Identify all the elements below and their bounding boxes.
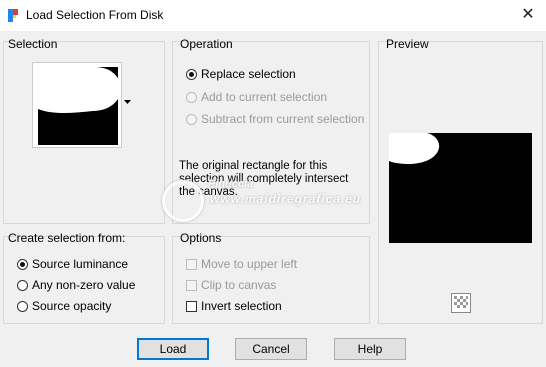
- watermark-url: www.maidiregrafica.eu: [210, 192, 362, 206]
- operation-label: Operation: [180, 37, 233, 51]
- any-non-zero-radio[interactable]: Any non-zero value: [17, 278, 135, 292]
- close-icon[interactable]: ✕: [516, 4, 540, 26]
- watermark: Pinuccia www.maidiregrafica.eu: [150, 178, 370, 222]
- source-luminance-label: Source luminance: [32, 257, 129, 271]
- replace-selection-label: Replace selection: [201, 67, 296, 81]
- invert-selection-label: Invert selection: [201, 299, 282, 313]
- any-non-zero-label: Any non-zero value: [32, 278, 136, 292]
- invert-selection-checkbox[interactable]: Invert selection: [186, 299, 282, 313]
- options-label: Options: [180, 231, 222, 245]
- selection-thumbnail[interactable]: [32, 62, 122, 148]
- chevron-down-icon[interactable]: [124, 100, 132, 106]
- source-luminance-radio[interactable]: Source luminance: [17, 257, 128, 271]
- checkbox[interactable]: [186, 300, 197, 312]
- watermark-name: Pinuccia: [208, 178, 254, 190]
- subtract-selection-radio[interactable]: Subtract from current selection: [186, 112, 364, 126]
- preview-image: [389, 133, 532, 243]
- replace-selection-radio[interactable]: Replace selection: [186, 67, 296, 81]
- create-from-label: Create selection from:: [8, 231, 126, 245]
- add-to-selection-radio[interactable]: Add to current selection: [186, 90, 327, 104]
- checkbox[interactable]: [186, 279, 197, 291]
- load-button[interactable]: Load: [137, 338, 209, 360]
- clip-to-canvas-checkbox[interactable]: Clip to canvas: [186, 278, 276, 292]
- subtract-selection-label: Subtract from current selection: [201, 112, 365, 126]
- app-icon: [8, 9, 18, 22]
- add-to-selection-label: Add to current selection: [201, 90, 328, 104]
- preview-label: Preview: [386, 37, 429, 51]
- window-title: Load Selection From Disk: [26, 8, 164, 22]
- move-upper-left-checkbox[interactable]: Move to upper left: [186, 257, 297, 271]
- selection-label: Selection: [8, 37, 58, 51]
- help-button[interactable]: Help: [334, 338, 406, 360]
- radio-button[interactable]: [17, 300, 28, 312]
- radio-button[interactable]: [186, 113, 197, 125]
- move-upper-left-label: Move to upper left: [201, 257, 298, 271]
- radio-button[interactable]: [186, 68, 197, 80]
- radio-button[interactable]: [17, 279, 28, 291]
- transparency-toggle-icon[interactable]: [451, 293, 471, 313]
- title-bar: Load Selection From Disk ✕: [0, 0, 546, 31]
- clip-to-canvas-label: Clip to canvas: [201, 278, 277, 292]
- note-line: The original rectangle for this: [179, 160, 328, 172]
- checkbox[interactable]: [186, 258, 197, 270]
- radio-button[interactable]: [186, 91, 197, 103]
- cancel-button[interactable]: Cancel: [235, 338, 307, 360]
- selection-image: [38, 67, 121, 145]
- source-opacity-label: Source opacity: [32, 299, 112, 313]
- source-opacity-radio[interactable]: Source opacity: [17, 299, 111, 313]
- radio-button[interactable]: [17, 258, 28, 270]
- watermark-logo: [162, 180, 204, 222]
